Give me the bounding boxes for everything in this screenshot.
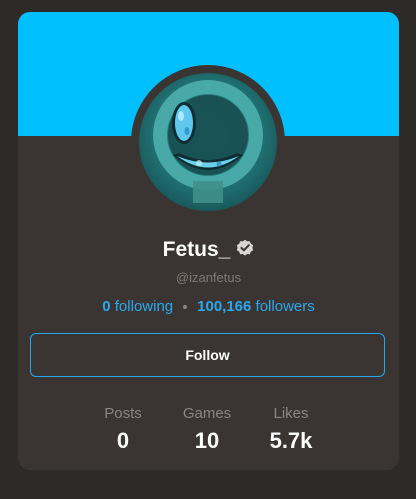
followers-count: 100,166 bbox=[197, 298, 252, 315]
avatar[interactable] bbox=[139, 73, 277, 211]
profile-handle: @izanfetus bbox=[175, 270, 242, 285]
followers-label: followers bbox=[255, 298, 315, 315]
profile-stats: Posts 0 Games 10 Likes 5.7k bbox=[18, 405, 399, 465]
follow-stats: 0 following 100,166 followers bbox=[18, 298, 399, 315]
stat-label: Posts bbox=[104, 405, 142, 422]
stat-games: Games 10 bbox=[162, 405, 252, 454]
follow-button[interactable]: Follow bbox=[30, 333, 385, 377]
profile-name-row: Fetus_ bbox=[18, 238, 399, 262]
following-label: following bbox=[114, 298, 174, 315]
avatar-image bbox=[153, 80, 263, 203]
display-name: Fetus_ bbox=[162, 238, 231, 261]
stat-value: 5.7k bbox=[269, 428, 313, 453]
stat-likes: Likes 5.7k bbox=[246, 405, 336, 454]
stat-value: 0 bbox=[116, 428, 130, 453]
stat-label: Games bbox=[182, 405, 232, 422]
avatar-ring bbox=[131, 65, 285, 219]
stat-value: 10 bbox=[194, 428, 220, 453]
profile-card: Fetus_ @izanfetus 0 following 100,166 fol… bbox=[18, 12, 399, 470]
stat-posts: Posts 0 bbox=[78, 405, 168, 454]
following-link[interactable]: 0 following bbox=[102, 298, 173, 315]
separator-dot bbox=[183, 305, 188, 310]
stat-label: Likes bbox=[273, 405, 309, 422]
followers-link[interactable]: 100,166 followers bbox=[197, 298, 315, 315]
following-count: 0 bbox=[102, 298, 111, 315]
verified-badge-icon bbox=[236, 239, 254, 257]
